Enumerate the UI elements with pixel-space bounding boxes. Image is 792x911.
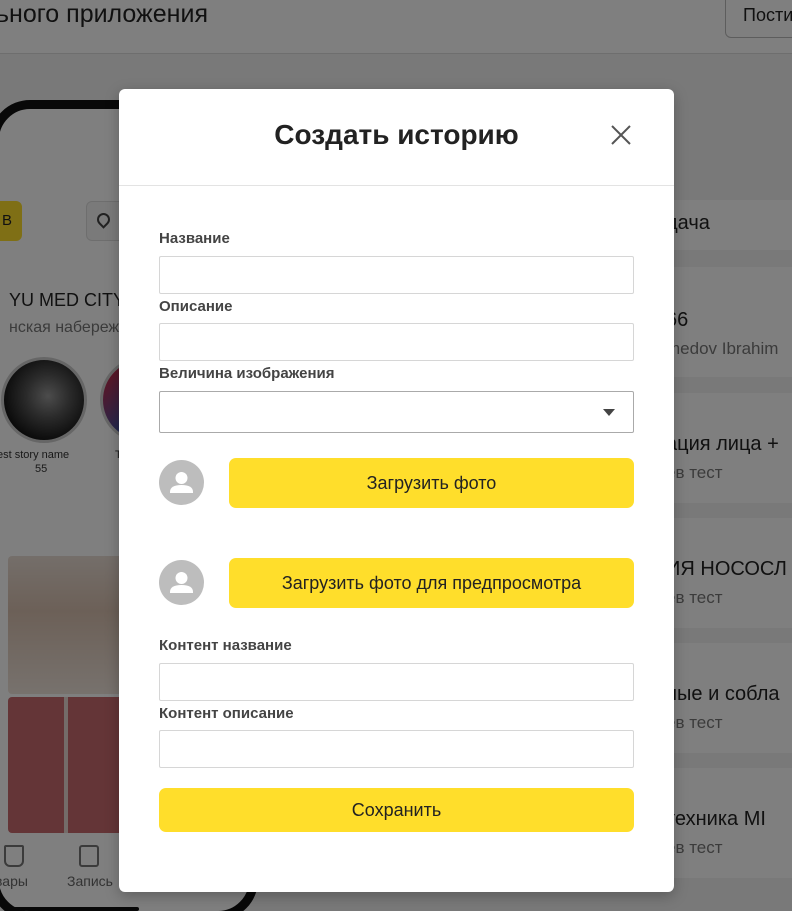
description-label: Описание — [159, 298, 233, 315]
dialog-title: Создать историю — [274, 119, 519, 150]
photo-placeholder-avatar — [159, 460, 204, 505]
content-description-input[interactable] — [159, 730, 634, 768]
content-description-label: Контент описание — [159, 705, 294, 722]
name-input[interactable] — [159, 256, 634, 294]
caret-down-icon — [603, 409, 615, 416]
preview-placeholder-avatar — [159, 560, 204, 605]
image-size-select[interactable] — [159, 391, 634, 433]
name-label: Название — [159, 230, 230, 247]
upload-preview-button[interactable]: Загрузить фото для предпросмотра — [229, 558, 634, 608]
description-input[interactable] — [159, 323, 634, 361]
dialog-header: Создать историю — [119, 89, 674, 186]
content-name-input[interactable] — [159, 663, 634, 701]
user-icon — [170, 572, 193, 593]
image-size-label: Величина изображения — [159, 365, 335, 382]
upload-photo-button[interactable]: Загрузить фото — [229, 458, 634, 508]
close-button[interactable] — [607, 121, 635, 149]
user-icon — [170, 472, 193, 493]
create-story-dialog: Создать историю Название Описание Величи… — [119, 89, 674, 892]
save-button[interactable]: Сохранить — [159, 788, 634, 832]
close-icon — [611, 125, 631, 145]
content-name-label: Контент название — [159, 637, 292, 654]
